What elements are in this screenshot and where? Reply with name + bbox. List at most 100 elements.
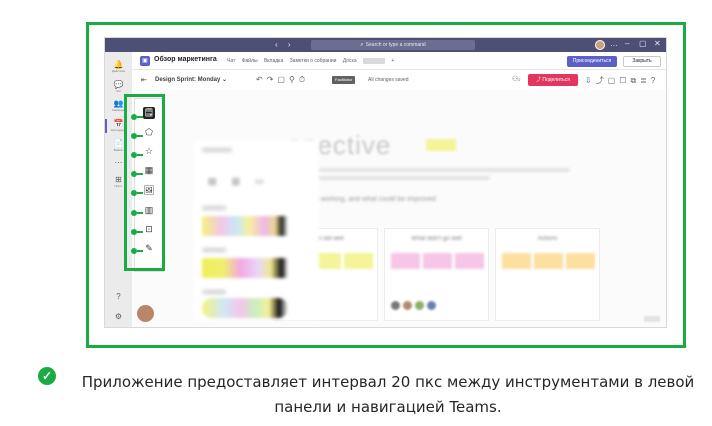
board-name: Design Sprint: Monday (155, 77, 221, 83)
spacing-marker-icon (131, 248, 143, 254)
undo-icon[interactable]: ↶ (256, 75, 267, 84)
column-heading: Actions (537, 236, 558, 242)
rail-item-chat[interactable]: 💬 Чат (105, 80, 132, 93)
spacing-marker-icon (131, 210, 143, 216)
avatar (391, 301, 400, 310)
whiteboard-toolbar: ⇤ Design Sprint: Monday ⌄ ↶↷▢⚲⏱ Facilita… (132, 70, 666, 90)
heading-sticky (426, 139, 456, 151)
rail-item-activity[interactable]: 🔔 Действия (105, 60, 132, 73)
participants-count: 2 (518, 77, 521, 82)
notes-icon[interactable]: ☐ (619, 76, 630, 85)
rail-item-settings[interactable]: ⚙ (105, 312, 132, 321)
bell-icon: 🔔 (113, 60, 124, 69)
teams-window: ‹ › ⌕ Search or type a command … – ▢ ✕ 🔔 … (104, 37, 667, 328)
caption-text: Приложение предоставляет интервал 20 пкс… (62, 370, 712, 420)
participants-icon[interactable]: ⚇2 (512, 75, 521, 83)
spacing-marker-icon (131, 114, 143, 120)
avatar (415, 301, 424, 310)
flyout-type-options[interactable]: ▤▥▭ (208, 176, 288, 190)
whiteboard-canvas[interactable]: spective e team is working, and what cou… (132, 90, 666, 327)
zoom-control[interactable] (644, 316, 660, 322)
tab-meeting-notes[interactable]: Заметки о собрании (290, 58, 337, 64)
checkmark-icon: ✓ (38, 367, 56, 385)
sticky-note[interactable] (534, 253, 563, 269)
sticky-note[interactable] (344, 253, 373, 269)
frame-icon[interactable]: ▢ (277, 75, 289, 84)
share-screen-icon[interactable]: ⚲ (289, 75, 299, 84)
close-window-icon[interactable]: ✕ (654, 39, 661, 48)
spacing-marker-icon (131, 190, 143, 196)
timer-icon[interactable]: ⏱ (299, 75, 309, 84)
add-tab-button[interactable]: + (391, 58, 394, 64)
search-box[interactable]: ⌕ Search or type a command (311, 40, 475, 50)
spacing-marker-icon (131, 133, 143, 139)
sticky-notes-flyout[interactable]: ▤▥▭ (194, 140, 319, 320)
flyout-heading (202, 148, 232, 152)
blurred-text-line (290, 176, 490, 180)
profile-avatar[interactable] (595, 40, 605, 50)
tab-app-active[interactable] (363, 58, 386, 64)
maximize-icon[interactable]: ▢ (639, 39, 647, 48)
avatar (403, 301, 412, 310)
participant-avatars (391, 297, 451, 310)
meeting-app-icon: ▣ (140, 56, 150, 66)
settings-icon: ⚙ (114, 312, 123, 321)
more-options-icon[interactable]: … (610, 39, 618, 48)
tab-tab[interactable]: Вкладка (264, 58, 283, 64)
role-badge: Facilitator (332, 76, 356, 84)
user-avatar[interactable] (137, 305, 154, 322)
search-placeholder: Search or type a command (365, 42, 426, 48)
flyout-label (202, 248, 226, 252)
sticky-note[interactable] (566, 253, 595, 269)
tab-chat[interactable]: Чат (227, 58, 235, 64)
rail-label: Действия (111, 69, 126, 73)
retro-column-3[interactable]: Actions (495, 228, 600, 321)
spacing-marker-icon (131, 171, 143, 177)
exit-icon[interactable]: ⇤ (141, 76, 147, 84)
minimize-icon[interactable]: – (625, 39, 629, 48)
meeting-header: ▣ Обзор маркетинга Чат Файлы Вкладка Зам… (132, 52, 666, 70)
board-actions: ↶↷▢⚲⏱ (256, 75, 309, 85)
caption-line-1: Приложение предоставляет интервал 20 пкс… (81, 373, 695, 391)
rail-item-help[interactable]: ? (105, 292, 132, 301)
color-palette-1[interactable] (202, 216, 288, 236)
color-palette-2[interactable] (202, 258, 288, 278)
sticky-note[interactable] (391, 253, 420, 269)
export-icon[interactable]: ⤴ (596, 76, 608, 85)
help-circle-icon[interactable]: ? (651, 76, 659, 85)
tab-whiteboard[interactable]: Доска (343, 58, 357, 64)
meeting-title: Обзор маркетинга (154, 56, 217, 63)
flyout-label (202, 206, 226, 210)
sticky-note[interactable] (455, 253, 484, 269)
spacing-marker-icon (131, 229, 143, 235)
apps-panel-icon[interactable]: ⧉ (630, 76, 640, 85)
redo-icon[interactable]: ↷ (267, 75, 278, 84)
meeting-tabs: Чат Файлы Вкладка Заметки о собрании Дос… (227, 58, 399, 64)
settings-list-icon[interactable]: ≣ (640, 76, 651, 85)
history-nav[interactable]: ‹ › (275, 40, 295, 49)
board-name-dropdown[interactable]: Design Sprint: Monday ⌄ (155, 76, 227, 83)
search-icon: ⌕ (360, 42, 364, 48)
rail-label: Чат (116, 89, 121, 93)
join-button[interactable]: Присоединиться (567, 56, 617, 67)
color-palette-3[interactable] (202, 298, 288, 318)
spacing-highlight-box (124, 94, 165, 271)
title-bar: ‹ › ⌕ Search or type a command … – ▢ ✕ (105, 38, 666, 52)
column-heading: What didn't go well (411, 236, 462, 242)
close-button[interactable]: Закрыть (623, 56, 661, 67)
save-status: All changes saved (368, 77, 409, 83)
download-icon[interactable]: ⇩ (585, 76, 596, 85)
sticky-note[interactable] (502, 253, 531, 269)
help-icon: ? (116, 292, 121, 301)
retro-column-2[interactable]: What didn't go well (384, 228, 489, 321)
caption-line-2: панели и навигацией Teams. (274, 398, 502, 416)
comments-icon[interactable]: ▢ (608, 76, 620, 85)
avatar (427, 301, 436, 310)
board-tools: ⇩⤴▢☐⧉≣? (585, 75, 659, 86)
tab-files[interactable]: Файлы (242, 58, 258, 64)
share-button[interactable]: ⤴ Поделиться (528, 74, 578, 86)
sticky-note[interactable] (423, 253, 452, 269)
blurred-text-line (290, 168, 570, 172)
spacing-marker-icon (131, 152, 143, 158)
flyout-label (202, 290, 226, 294)
